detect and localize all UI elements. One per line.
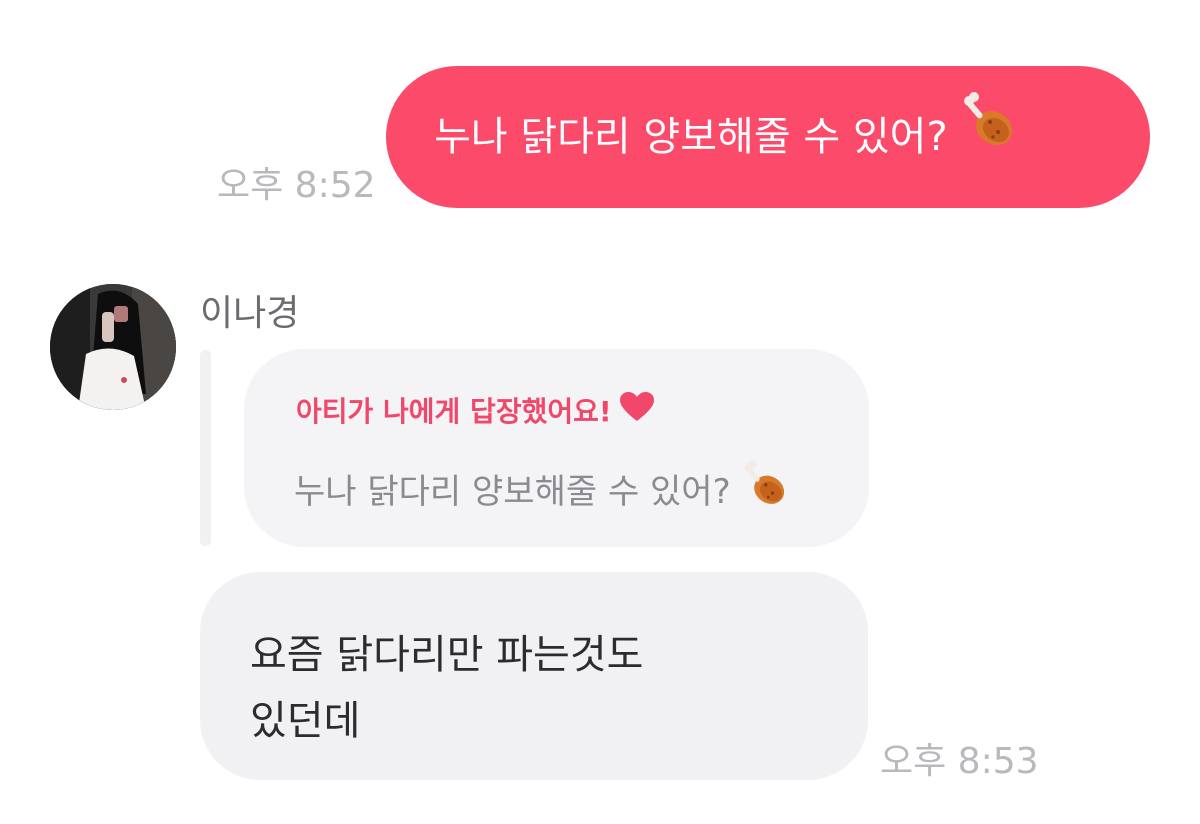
poultry-leg-icon [741, 460, 789, 517]
reply-quote-bar [200, 350, 211, 546]
outgoing-message-bubble[interactable]: 누나 닭다리 양보해줄 수 있어? [386, 66, 1150, 208]
chat-screen: 오후 8:52 누나 닭다리 양보해줄 수 있어? 이나경 아티가 나에게 답장… [0, 0, 1200, 824]
incoming-message-line: 요즘 닭다리만 파는것도 [250, 632, 644, 678]
profile-photo [50, 284, 176, 410]
heart-icon [619, 391, 654, 429]
poultry-leg-icon [960, 66, 1018, 208]
incoming-timestamp: 오후 8:53 [880, 741, 1039, 782]
reply-quote-message: 누나 닭다리 양보해줄 수 있어? [294, 460, 789, 517]
reply-quote-bubble[interactable] [244, 349, 869, 547]
sender-avatar[interactable] [50, 284, 176, 410]
outgoing-message-text: 누나 닭다리 양보해줄 수 있어? [434, 114, 948, 160]
sender-name: 이나경 [200, 293, 300, 334]
reply-quote-title-text: 아티가 나에게 답장했어요! [296, 395, 612, 428]
outgoing-timestamp: 오후 8:52 [217, 165, 376, 206]
incoming-message-line: 있던데 [250, 698, 361, 744]
reply-quote-title: 아티가 나에게 답장했어요! [296, 390, 654, 430]
reply-quote-text: 누나 닭다리 양보해줄 수 있어? [294, 472, 731, 512]
